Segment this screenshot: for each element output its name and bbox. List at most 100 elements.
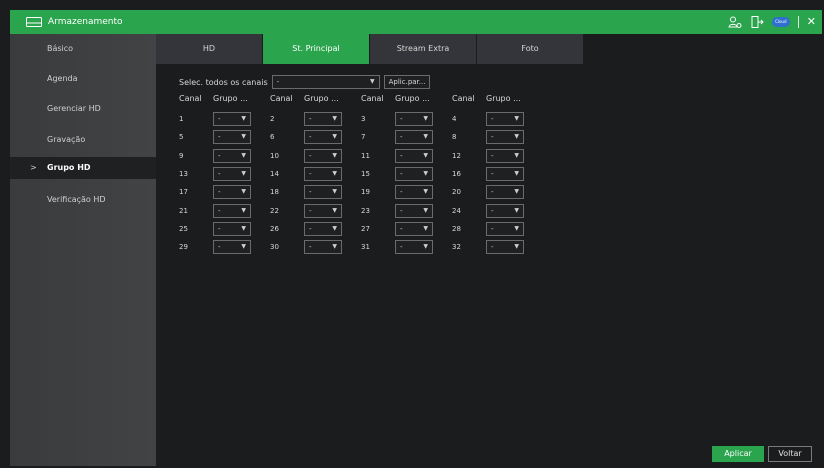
group-dropdown[interactable]: - ▼ [486, 240, 524, 254]
column-header-grupo: Grupo ... [486, 94, 521, 103]
chevron-down-icon: ▼ [423, 225, 428, 232]
sidebar-item-label: Verificação HD [47, 195, 106, 204]
chevron-down-icon: ▼ [514, 243, 519, 250]
group-value: - [218, 133, 221, 141]
group-value: - [491, 243, 494, 251]
group-dropdown[interactable]: - ▼ [486, 112, 524, 126]
group-dropdown[interactable]: - ▼ [395, 240, 433, 254]
channel-number: 25 [179, 225, 188, 233]
tab-stream-extra[interactable]: Stream Extra [370, 34, 477, 64]
main-panel: HD St. Principal Stream Extra Foto Selec… [156, 34, 822, 466]
chevron-down-icon: ▼ [241, 152, 246, 159]
select-all-dropdown[interactable]: - ▼ [271, 75, 380, 89]
group-dropdown[interactable]: - ▼ [486, 130, 524, 144]
cloud-icon[interactable]: Cloud [771, 17, 790, 27]
channel-number: 11 [361, 152, 370, 160]
apply-button[interactable]: Aplicar [712, 446, 764, 462]
column-header-canal: Canal [361, 94, 384, 103]
chevron-down-icon: ▼ [423, 170, 428, 177]
group-dropdown[interactable]: - ▼ [486, 185, 524, 199]
tab-st-principal[interactable]: St. Principal [263, 34, 370, 64]
group-value: - [309, 115, 312, 123]
channel-number: 15 [361, 170, 370, 178]
group-dropdown[interactable]: - ▼ [395, 167, 433, 181]
chevron-down-icon: ▼ [423, 133, 428, 140]
select-all-label: Selec. todos os canais [179, 77, 268, 87]
group-dropdown[interactable]: - ▼ [486, 167, 524, 181]
title-separator [797, 16, 799, 28]
group-dropdown[interactable]: - ▼ [213, 185, 251, 199]
group-value: - [491, 225, 494, 233]
sidebar-item-gerenciar-hd[interactable]: Gerenciar HD [10, 98, 156, 120]
back-button[interactable]: Voltar [768, 446, 812, 462]
column-header-canal: Canal [452, 94, 475, 103]
sidebar-item-agenda[interactable]: Agenda [10, 68, 156, 90]
chevron-down-icon: ▼ [241, 115, 246, 122]
group-dropdown[interactable]: - ▼ [213, 112, 251, 126]
sidebar-item-basico[interactable]: Básico [10, 38, 156, 60]
column-header-canal: Canal [270, 94, 293, 103]
group-dropdown[interactable]: - ▼ [395, 130, 433, 144]
group-dropdown[interactable]: - ▼ [213, 167, 251, 181]
group-value: - [309, 133, 312, 141]
group-value: - [400, 133, 403, 141]
group-value: - [400, 152, 403, 160]
group-dropdown[interactable]: - ▼ [304, 167, 342, 181]
group-dropdown[interactable]: - ▼ [304, 185, 342, 199]
sidebar-item-gravacao[interactable]: Gravação [10, 129, 156, 151]
close-icon[interactable]: ✕ [807, 15, 816, 29]
group-value: - [309, 243, 312, 251]
window-title: Armazenamento [48, 17, 123, 27]
group-dropdown[interactable]: - ▼ [304, 240, 342, 254]
group-dropdown[interactable]: - ▼ [304, 222, 342, 236]
group-dropdown[interactable]: - ▼ [486, 204, 524, 218]
group-dropdown[interactable]: - ▼ [213, 240, 251, 254]
group-dropdown[interactable]: - ▼ [304, 130, 342, 144]
group-value: - [400, 225, 403, 233]
group-value: - [400, 207, 403, 215]
group-value: - [309, 152, 312, 160]
group-dropdown[interactable]: - ▼ [486, 149, 524, 163]
sidebar-item-grupo-hd[interactable]: > Grupo HD [10, 157, 156, 179]
tab-hd[interactable]: HD [156, 34, 263, 64]
select-all-value: - [276, 78, 280, 86]
group-value: - [491, 115, 494, 123]
channel-number: 8 [452, 133, 457, 141]
group-dropdown[interactable]: - ▼ [213, 204, 251, 218]
group-dropdown[interactable]: - ▼ [213, 149, 251, 163]
tab-foto[interactable]: Foto [477, 34, 584, 64]
channel-number: 29 [179, 243, 188, 251]
logout-icon[interactable] [750, 15, 764, 29]
chevron-down-icon: ▼ [514, 188, 519, 195]
channel-number: 2 [270, 115, 275, 123]
chevron-down-icon: ▼ [514, 207, 519, 214]
group-value: - [309, 170, 312, 178]
channel-number: 3 [361, 115, 366, 123]
chevron-down-icon: ▼ [241, 170, 246, 177]
group-dropdown[interactable]: - ▼ [395, 112, 433, 126]
group-dropdown[interactable]: - ▼ [395, 222, 433, 236]
group-value: - [218, 225, 221, 233]
group-dropdown[interactable]: - ▼ [304, 112, 342, 126]
group-value: - [218, 170, 221, 178]
channel-number: 31 [361, 243, 370, 251]
user-settings-icon[interactable] [728, 15, 742, 29]
channel-number: 14 [270, 170, 279, 178]
apply-params-button[interactable]: Aplic.par... [383, 75, 431, 89]
group-dropdown[interactable]: - ▼ [213, 222, 251, 236]
chevron-down-icon: ▼ [241, 133, 246, 140]
group-value: - [491, 152, 494, 160]
group-value: - [218, 152, 221, 160]
group-dropdown[interactable]: - ▼ [213, 130, 251, 144]
chevron-down-icon: ▼ [514, 225, 519, 232]
chevron-down-icon: ▼ [423, 152, 428, 159]
group-dropdown[interactable]: - ▼ [304, 204, 342, 218]
channel-number: 10 [270, 152, 279, 160]
sidebar-item-verificacao-hd[interactable]: Verificação HD [10, 189, 156, 211]
group-dropdown[interactable]: - ▼ [304, 149, 342, 163]
group-dropdown[interactable]: - ▼ [395, 204, 433, 218]
group-dropdown[interactable]: - ▼ [486, 222, 524, 236]
group-dropdown[interactable]: - ▼ [395, 149, 433, 163]
group-dropdown[interactable]: - ▼ [395, 185, 433, 199]
sidebar-item-label: Grupo HD [47, 163, 91, 172]
